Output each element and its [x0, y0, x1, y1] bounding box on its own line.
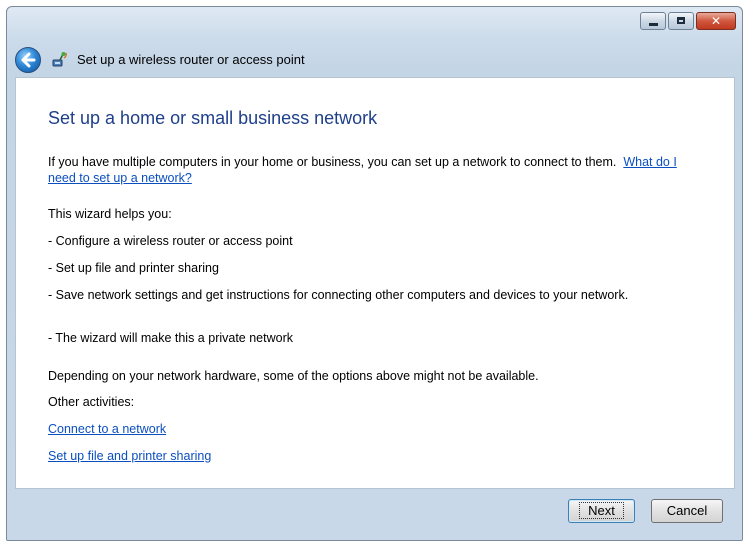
hardware-note: Depending on your network hardware, some…	[48, 369, 539, 383]
intro-text: If you have multiple computers in your h…	[48, 154, 698, 186]
bullet-configure-router: - Configure a wireless router or access …	[48, 234, 293, 248]
back-button[interactable]	[15, 47, 41, 73]
intro-sentence: If you have multiple computers in your h…	[48, 155, 617, 169]
next-button[interactable]: Next	[568, 499, 635, 523]
cancel-button[interactable]: Cancel	[651, 499, 723, 523]
minimize-button[interactable]	[640, 12, 666, 30]
file-sharing-link[interactable]: Set up file and printer sharing	[48, 448, 211, 464]
wizard-content: Set up a home or small business network …	[15, 77, 735, 489]
maximize-button[interactable]	[668, 12, 694, 30]
back-arrow-icon	[21, 52, 36, 68]
bullet-file-sharing: - Set up file and printer sharing	[48, 261, 219, 275]
wizard-window: ✕ Set up a wireless router or access poi…	[6, 6, 743, 541]
close-button[interactable]: ✕	[696, 12, 736, 30]
minimize-icon	[649, 23, 658, 26]
network-icon	[52, 52, 67, 67]
bullet-private-network: - The wizard will make this a private ne…	[48, 331, 293, 345]
wizard-helps-label: This wizard helps you:	[48, 207, 172, 221]
other-activities-label: Other activities:	[48, 395, 135, 409]
caption-buttons: ✕	[640, 12, 736, 30]
wizard-title: Set up a wireless router or access point	[77, 52, 305, 67]
wizard-nav-bar: Set up a wireless router or access point	[7, 41, 742, 77]
next-label: Next	[579, 502, 624, 519]
bullet-save-settings: - Save network settings and get instruct…	[48, 288, 629, 302]
maximize-icon	[677, 17, 685, 24]
wizard-footer: Next Cancel	[7, 487, 742, 540]
title-bar[interactable]: ✕	[7, 7, 742, 41]
page-heading: Set up a home or small business network	[48, 108, 378, 128]
connect-network-link[interactable]: Connect to a network	[48, 421, 166, 437]
close-icon: ✕	[710, 14, 722, 28]
